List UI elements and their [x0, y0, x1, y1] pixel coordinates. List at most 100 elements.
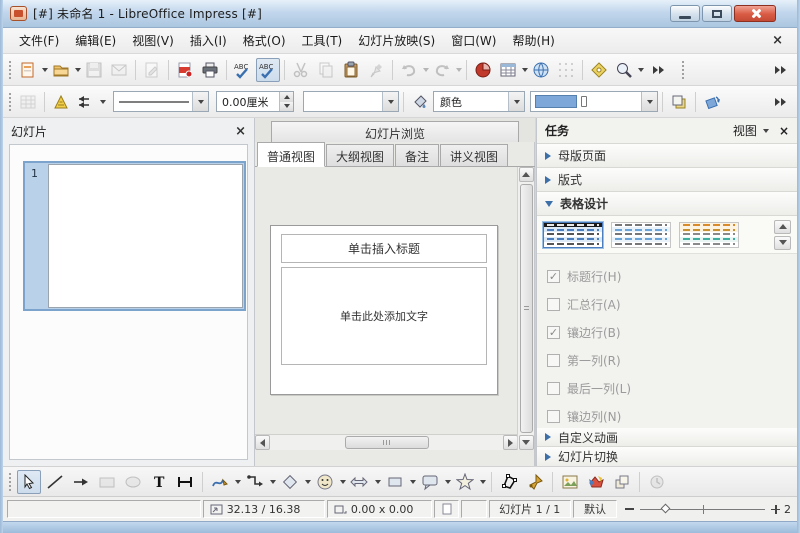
connector-tool-button[interactable] [243, 470, 267, 494]
scroll-up-button[interactable] [519, 167, 534, 182]
scroll-down-button[interactable] [519, 435, 534, 450]
zoom-slider-track[interactable] [640, 509, 765, 510]
auto-spellcheck-button[interactable]: ABC [256, 58, 280, 82]
close-button[interactable] [734, 5, 776, 22]
ellipse-tool-button[interactable] [121, 470, 145, 494]
cursor-position-cell[interactable]: 32.13 / 16.38 [203, 500, 325, 518]
checkbox-first-column[interactable]: 第一列(R) [547, 346, 797, 374]
tab-outline-view[interactable]: 大纲视图 [326, 144, 394, 166]
cut-button[interactable] [289, 58, 313, 82]
line-width-spinner[interactable]: 0.00厘米 [216, 91, 294, 112]
print-button[interactable] [198, 58, 222, 82]
fill-style-select[interactable]: 颜色 [433, 91, 525, 112]
tab-slide-sorter[interactable]: 幻灯片浏览 [271, 121, 519, 142]
zoom-slider-thumb[interactable] [661, 503, 671, 513]
toolbar-grip-handle[interactable] [7, 91, 12, 113]
section-layouts[interactable]: 版式 [537, 168, 797, 192]
line-style-select[interactable] [113, 91, 209, 112]
interaction-button[interactable] [645, 470, 669, 494]
block-arrows-button[interactable] [348, 470, 372, 494]
menu-item-edit[interactable]: 编辑(E) [67, 29, 124, 52]
horizontal-scroll-thumb[interactable] [345, 436, 429, 449]
zoom-percent-cell[interactable]: 2 [782, 500, 793, 518]
section-slide-transition[interactable]: 幻灯片切换 [537, 447, 797, 466]
menu-item-tools[interactable]: 工具(T) [294, 29, 351, 52]
edit-file-button[interactable] [140, 58, 164, 82]
section-table-design[interactable]: 表格设计 [537, 192, 797, 216]
curve-dropdown-arrow-icon[interactable] [235, 480, 241, 484]
fill-color-select[interactable] [530, 91, 658, 112]
slides-panel-close-button[interactable]: × [235, 124, 246, 139]
rotate-button[interactable] [700, 90, 724, 114]
arrow-style-button[interactable] [74, 90, 98, 114]
line-tool-button[interactable] [43, 470, 67, 494]
line-style-dropdown-button[interactable] [192, 92, 208, 111]
title-bar[interactable]: [#] 未命名 1 - LibreOffice Impress [#] [0, 0, 800, 28]
zoom-button[interactable] [612, 58, 636, 82]
navigator-button[interactable] [587, 58, 611, 82]
export-pdf-button[interactable] [173, 58, 197, 82]
rectangle-tool-button[interactable] [95, 470, 119, 494]
fill-bucket-button[interactable] [408, 90, 432, 114]
snap-lines-button[interactable] [49, 90, 73, 114]
basic-shapes-dropdown-arrow-icon[interactable] [305, 480, 311, 484]
vertical-scroll-thumb[interactable] [520, 184, 533, 433]
select-tool-button[interactable] [17, 470, 41, 494]
curve-tool-button[interactable] [208, 470, 232, 494]
slide-page[interactable]: 单击插入标题 单击此处添加文字 [270, 225, 498, 395]
email-button[interactable] [107, 58, 131, 82]
text-tool-button[interactable]: T [147, 470, 171, 494]
toolbar-grip-handle[interactable] [7, 471, 12, 493]
zoom-slider[interactable] [625, 505, 780, 514]
tab-notes-view[interactable]: 备注 [395, 144, 439, 166]
new-dropdown-arrow-icon[interactable] [42, 68, 48, 72]
display-grid-button[interactable] [554, 58, 578, 82]
open-file-button[interactable] [49, 58, 73, 82]
paste-button[interactable] [339, 58, 363, 82]
menu-item-insert[interactable]: 插入(I) [182, 29, 235, 52]
tab-normal-view[interactable]: 普通视图 [257, 142, 325, 167]
fill-color-dropdown-button[interactable] [641, 92, 657, 111]
clone-formatting-button[interactable] [364, 58, 388, 82]
table-style-1[interactable] [543, 222, 603, 248]
stars-button[interactable] [453, 470, 477, 494]
slide-canvas-area[interactable]: 单击插入标题 单击此处添加文字 [255, 167, 518, 450]
toolbar-grip-handle[interactable] [7, 59, 12, 81]
flowchart-button[interactable] [383, 470, 407, 494]
menu-item-format[interactable]: 格式(O) [235, 29, 294, 52]
checkbox-header-row[interactable]: ✓ 标题行(H) [547, 262, 797, 290]
gallery-button[interactable] [584, 470, 608, 494]
checkbox-total-row[interactable]: 汇总行(A) [547, 290, 797, 318]
slide-indicator-cell[interactable]: 幻灯片 1 / 1 [489, 500, 571, 518]
copy-button[interactable] [314, 58, 338, 82]
arrow-style-dropdown-arrow-icon[interactable] [100, 100, 106, 104]
line-arrow-tool-button[interactable] [69, 470, 93, 494]
spellcheck-button[interactable]: ABC [231, 58, 255, 82]
menu-item-file[interactable]: 文件(F) [11, 29, 67, 52]
checkbox-last-column[interactable]: 最后一列(L) [547, 374, 797, 402]
insert-table-button[interactable] [496, 58, 520, 82]
toolbar-overflow-button[interactable] [653, 66, 665, 74]
save-button[interactable] [82, 58, 106, 82]
slide-thumbnail-1[interactable]: 1 [23, 161, 246, 311]
connector-dropdown-arrow-icon[interactable] [270, 480, 276, 484]
undo-dropdown-arrow-icon[interactable] [423, 68, 429, 72]
title-placeholder[interactable]: 单击插入标题 [281, 234, 487, 263]
body-placeholder[interactable]: 单击此处添加文字 [281, 267, 487, 365]
redo-dropdown-arrow-icon[interactable] [456, 68, 462, 72]
menu-item-window[interactable]: 窗口(W) [443, 29, 504, 52]
line-width-up-button[interactable] [280, 92, 293, 102]
toolbar-overflow-button[interactable] [775, 98, 787, 106]
checkbox-banded-rows[interactable]: ✓ 镶边行(B) [547, 318, 797, 346]
callouts-button[interactable] [418, 470, 442, 494]
section-master-pages[interactable]: 母版页面 [537, 144, 797, 168]
document-close-button[interactable]: × [772, 33, 783, 48]
line-color-select[interactable] [303, 91, 399, 112]
styles-scroll-up-button[interactable] [774, 220, 791, 234]
table-style-2[interactable] [611, 222, 671, 248]
horizontal-scrollbar[interactable] [255, 434, 518, 450]
redo-button[interactable] [430, 58, 454, 82]
minimize-button[interactable] [670, 5, 700, 22]
open-dropdown-arrow-icon[interactable] [75, 68, 81, 72]
block-arrows-dropdown-arrow-icon[interactable] [375, 480, 381, 484]
